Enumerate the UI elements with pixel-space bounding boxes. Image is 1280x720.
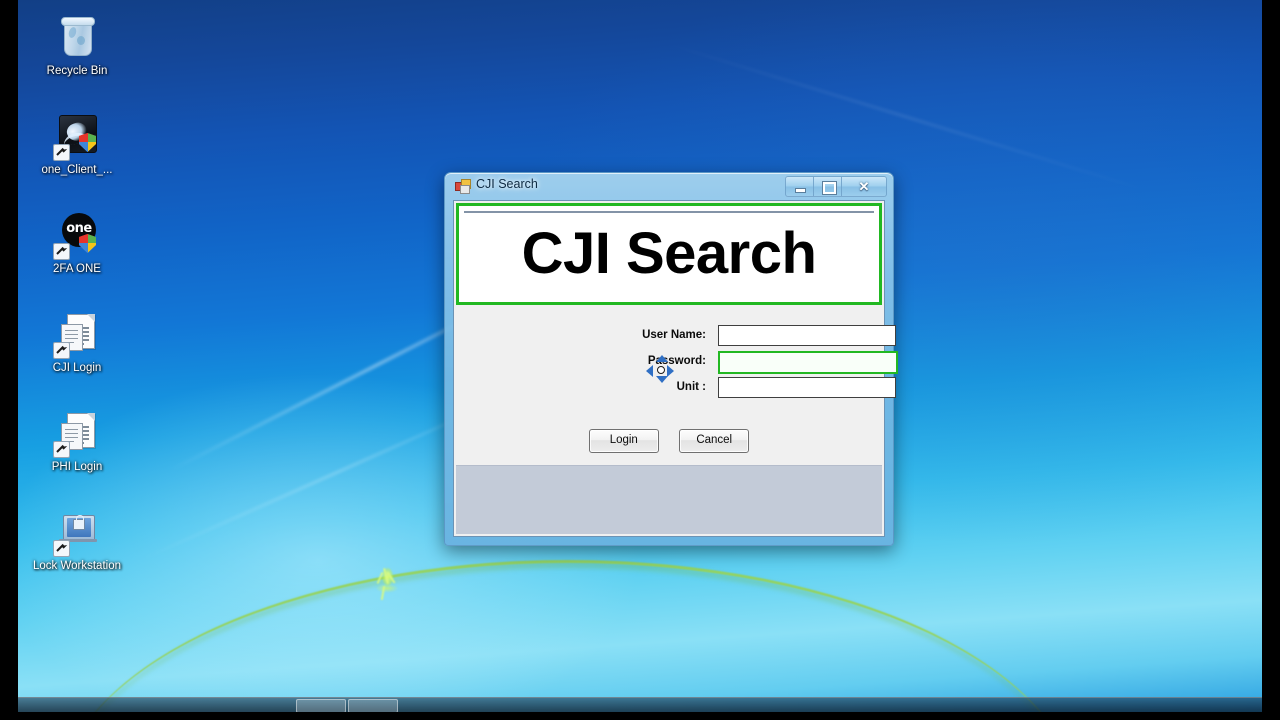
desktop-icon-lock-workstation[interactable]: Lock Workstation [29, 509, 125, 573]
taskbar[interactable] [18, 697, 1262, 712]
window-client-area: CJI Search User Name: Password: Unit : L… [453, 200, 898, 537]
status-panel [456, 465, 882, 534]
desktop-icon-cji-login[interactable]: CJI Login [29, 311, 125, 375]
cji-search-window[interactable]: CJI Search ✕ CJI Search User Name: Passw… [444, 172, 898, 546]
minimize-icon [795, 188, 806, 193]
maximize-icon [823, 182, 836, 194]
desktop-icon-2fa-one[interactable]: one 2FA ONE [29, 212, 125, 276]
wallpaper-light-beam [657, 40, 1156, 194]
close-button[interactable]: ✕ [842, 176, 887, 197]
unit-input[interactable] [718, 377, 896, 398]
shortcut-arrow-icon [53, 441, 70, 458]
shortcut-arrow-icon [53, 540, 70, 557]
unit-label: Unit : [676, 381, 706, 393]
password-label: Password: [647, 355, 706, 367]
2fa-one-shortcut-icon: one [53, 212, 101, 260]
app-banner: CJI Search [456, 203, 882, 305]
username-input[interactable] [718, 325, 896, 346]
winforms-app-icon [455, 179, 471, 194]
form-row-username: User Name: [456, 325, 896, 349]
password-input[interactable] [718, 351, 898, 374]
one-client-shortcut-icon [53, 113, 101, 161]
desktop-icon-label: 2FA ONE [53, 263, 101, 275]
lock-workstation-shortcut-icon [53, 509, 101, 557]
maximize-button[interactable] [814, 176, 842, 197]
cancel-button[interactable]: Cancel [679, 429, 750, 453]
desktop-icon-phi-login[interactable]: PHI Login [29, 410, 125, 474]
window-controls: ✕ [785, 176, 887, 197]
shortcut-arrow-icon [53, 243, 70, 260]
login-button[interactable]: Login [588, 429, 659, 453]
desktop-icon-label: Recycle Bin [46, 65, 108, 77]
recycle-bin-icon [53, 14, 101, 62]
desktop-icon-label: CJI Login [52, 362, 102, 374]
minimize-button[interactable] [785, 176, 814, 197]
shortcut-arrow-icon [53, 342, 70, 359]
phi-login-document-shortcut-icon [53, 410, 101, 458]
desktop-icon-one-client[interactable]: one_Client_... [29, 113, 125, 177]
screen: Recycle Bin one_Client_... one 2FA ONE C… [0, 0, 1280, 720]
desktop-icon-label: PHI Login [51, 461, 103, 473]
desktop-icon-label: Lock Workstation [33, 560, 121, 572]
form-button-row: Login Cancel [456, 429, 882, 453]
taskbar-button[interactable] [296, 699, 346, 712]
banner-top-rule [464, 211, 874, 213]
form-row-password: Password: [456, 351, 898, 375]
shortcut-arrow-icon [53, 144, 70, 161]
window-title: CJI Search [476, 177, 538, 191]
lock-icon [73, 515, 85, 530]
desktop-icon-label: one_Client_... [41, 164, 113, 176]
wallpaper-sprout [370, 566, 404, 602]
wallpaper-arc [58, 560, 1078, 712]
username-label: User Name: [642, 329, 706, 341]
login-form: User Name: Password: Unit : Login Cancel [456, 309, 898, 469]
close-icon: ✕ [858, 179, 870, 194]
desktop-icon-recycle-bin[interactable]: Recycle Bin [29, 14, 125, 78]
window-titlebar[interactable]: CJI Search ✕ [444, 172, 894, 200]
cji-login-document-shortcut-icon [53, 311, 101, 359]
taskbar-button[interactable] [348, 699, 398, 712]
banner-heading: CJI Search [521, 221, 817, 286]
form-row-unit: Unit : [456, 377, 896, 401]
